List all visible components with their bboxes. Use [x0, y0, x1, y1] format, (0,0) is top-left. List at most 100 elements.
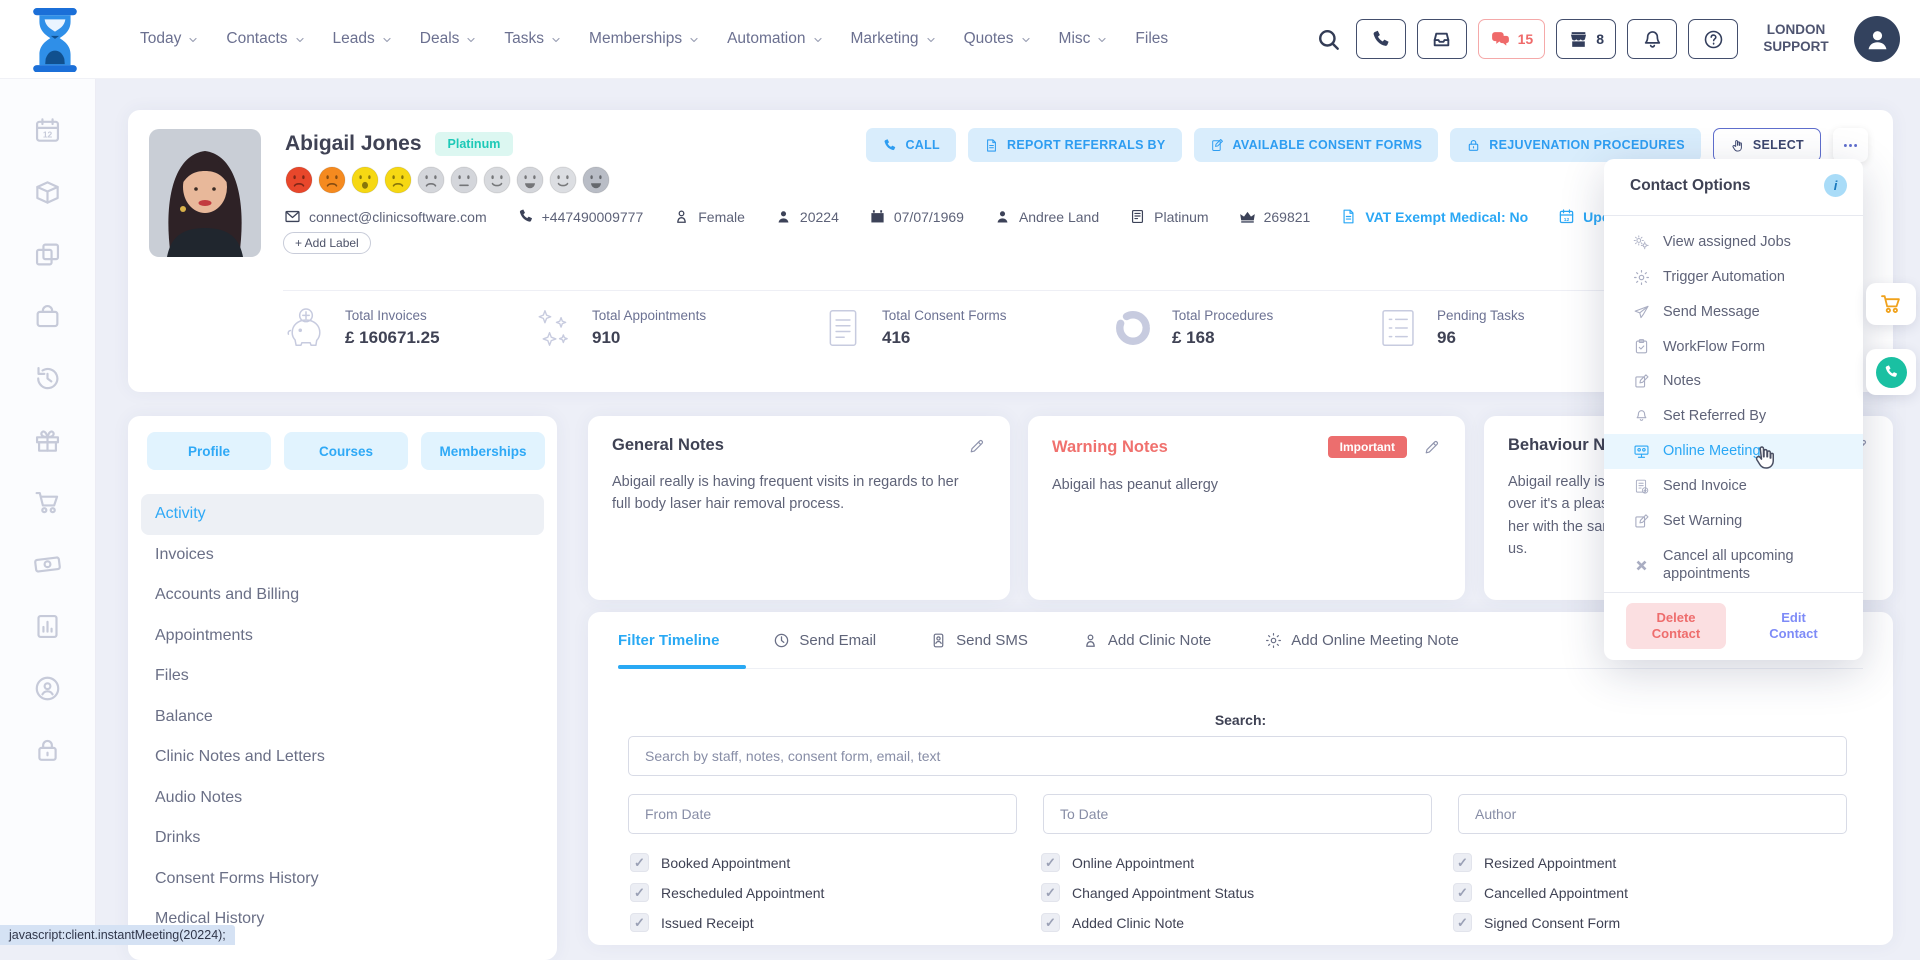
sidebar-item-accounts-and-billing[interactable]: Accounts and Billing [128, 575, 557, 616]
checkbox-issued-receipt[interactable]: ✓ Issued Receipt [630, 913, 1041, 932]
mood-face-icon-9[interactable] [549, 166, 577, 194]
checkbox-icon[interactable]: ✓ [1453, 883, 1472, 902]
nav-item-memberships[interactable]: Memberships [589, 30, 700, 48]
menu-item-send-invoice[interactable]: Send Invoice [1604, 469, 1863, 504]
quick-cart-button[interactable] [1866, 283, 1916, 325]
select-button[interactable]: SELECT [1713, 128, 1821, 162]
delete-contact-button[interactable]: DeleteContact [1626, 603, 1726, 648]
sidebar-history-icon[interactable] [33, 364, 62, 393]
report-referrals-by-button[interactable]: REPORT REFERRALS BY [968, 128, 1182, 162]
checkbox-icon[interactable]: ✓ [1453, 853, 1472, 872]
edit-pencil-icon[interactable] [968, 437, 986, 455]
nav-item-marketing[interactable]: Marketing [851, 30, 937, 48]
sidebar-item-activity[interactable]: Activity [141, 494, 544, 535]
nav-item-contacts[interactable]: Contacts [226, 30, 305, 48]
menu-item-send-message[interactable]: Send Message [1604, 295, 1863, 330]
tab-send-sms[interactable]: Send SMS [930, 632, 1028, 649]
checkbox-signed-consent-form[interactable]: ✓ Signed Consent Form [1453, 913, 1628, 932]
from-date-input[interactable] [628, 794, 1017, 834]
checkbox-cancelled-appointment[interactable]: ✓ Cancelled Appointment [1453, 883, 1628, 902]
menu-item-cancel-all-upcoming-appointments[interactable]: Cancel all upcoming appointments [1604, 539, 1863, 593]
mood-face-icon-1[interactable] [285, 166, 313, 194]
sidebar-item-files[interactable]: Files [128, 656, 557, 697]
inbox-button[interactable] [1417, 19, 1467, 59]
sidebar-item-audio-notes[interactable]: Audio Notes [128, 778, 557, 819]
search-input[interactable] [628, 736, 1847, 776]
chat-button[interactable]: 15 [1478, 19, 1546, 59]
nav-item-files[interactable]: Files [1135, 30, 1168, 48]
nav-item-tasks[interactable]: Tasks [504, 30, 562, 48]
sidebar-client-icon[interactable] [33, 674, 62, 703]
search-icon[interactable] [1313, 23, 1345, 55]
app-logo-hourglass-icon[interactable] [28, 8, 82, 70]
tab-filter-timeline[interactable]: Filter Timeline [618, 632, 719, 649]
help-button[interactable] [1688, 19, 1738, 59]
tab-add-clinic-note[interactable]: Add Clinic Note [1082, 632, 1211, 649]
menu-item-set-warning[interactable]: Set Warning [1604, 504, 1863, 539]
tab-courses[interactable]: Courses [284, 432, 408, 470]
contact-detail-vat-exempt-medical-no[interactable]: VAT Exempt Medical: No [1340, 208, 1528, 225]
sidebar-bag-icon[interactable] [33, 302, 62, 331]
checkbox-online-appointment[interactable]: ✓ Online Appointment [1041, 853, 1453, 872]
checkbox-icon[interactable]: ✓ [1041, 913, 1060, 932]
shop-button[interactable]: 8 [1556, 19, 1616, 59]
nav-item-misc[interactable]: Misc [1059, 30, 1109, 48]
mood-face-icon-7[interactable] [483, 166, 511, 194]
add-label-button[interactable]: + Add Label [283, 232, 371, 254]
checkbox-icon[interactable]: ✓ [1041, 853, 1060, 872]
sidebar-item-balance[interactable]: Balance [128, 697, 557, 738]
edit-pencil-icon[interactable] [1423, 438, 1441, 456]
checkbox-icon[interactable]: ✓ [1453, 913, 1472, 932]
sidebar-report-icon[interactable] [33, 612, 62, 641]
nav-item-quotes[interactable]: Quotes [964, 30, 1032, 48]
quick-call-button[interactable] [1866, 349, 1916, 395]
mood-face-icon-8[interactable] [516, 166, 544, 194]
available-consent-forms-button[interactable]: AVAILABLE CONSENT FORMS [1194, 128, 1439, 162]
checkbox-added-clinic-note[interactable]: ✓ Added Clinic Note [1041, 913, 1453, 932]
checkbox-icon[interactable]: ✓ [1041, 883, 1060, 902]
checkbox-rescheduled-appointment[interactable]: ✓ Rescheduled Appointment [630, 883, 1041, 902]
phone-button[interactable] [1356, 19, 1406, 59]
tab-memberships[interactable]: Memberships [421, 432, 545, 470]
checkbox-icon[interactable]: ✓ [630, 913, 649, 932]
menu-item-workflow-form[interactable]: WorkFlow Form [1604, 330, 1863, 365]
tab-send-email[interactable]: Send Email [773, 632, 876, 649]
tab-profile[interactable]: Profile [147, 432, 271, 470]
menu-item-online-meeting[interactable]: Online Meeting [1604, 434, 1863, 469]
checkbox-icon[interactable]: ✓ [630, 853, 649, 872]
sidebar-lock-icon[interactable] [33, 736, 62, 765]
sidebar-copy-icon[interactable] [33, 240, 62, 269]
menu-item-trigger-automation[interactable]: Trigger Automation [1604, 260, 1863, 295]
mood-face-icon-3[interactable] [351, 166, 379, 194]
info-icon[interactable]: i [1824, 174, 1847, 197]
menu-item-set-referred-by[interactable]: Set Referred By [1604, 399, 1863, 434]
tab-add-online-meeting-note[interactable]: Add Online Meeting Note [1265, 632, 1459, 649]
call-button[interactable]: CALL [866, 128, 956, 162]
mood-face-icon-6[interactable] [450, 166, 478, 194]
sidebar-package-icon[interactable] [33, 178, 62, 207]
mood-face-icon-5[interactable] [417, 166, 445, 194]
checkbox-changed-appointment-status[interactable]: ✓ Changed Appointment Status [1041, 883, 1453, 902]
notifications-button[interactable] [1627, 19, 1677, 59]
mood-face-icon-10[interactable] [582, 166, 610, 194]
sidebar-cart-icon[interactable] [33, 488, 62, 517]
sidebar-item-drinks[interactable]: Drinks [128, 818, 557, 859]
menu-item-notes[interactable]: Notes [1604, 364, 1863, 399]
sidebar-item-appointments[interactable]: Appointments [128, 616, 557, 657]
rejuvenation-procedures-button[interactable]: REJUVENATION PROCEDURES [1450, 128, 1701, 162]
checkbox-icon[interactable]: ✓ [630, 883, 649, 902]
sidebar-price-tag-icon[interactable] [33, 550, 62, 579]
more-options-button[interactable] [1833, 128, 1868, 162]
avatar[interactable] [1854, 16, 1900, 62]
to-date-input[interactable] [1043, 794, 1432, 834]
sidebar-item-clinic-notes-and-letters[interactable]: Clinic Notes and Letters [128, 737, 557, 778]
checkbox-resized-appointment[interactable]: ✓ Resized Appointment [1453, 853, 1628, 872]
checkbox-booked-appointment[interactable]: ✓ Booked Appointment [630, 853, 1041, 872]
nav-item-today[interactable]: Today [140, 30, 199, 48]
menu-item-view-assigned-jobs[interactable]: View assigned Jobs [1604, 225, 1863, 260]
mood-face-icon-2[interactable] [318, 166, 346, 194]
nav-item-automation[interactable]: Automation [727, 30, 823, 48]
sidebar-gift-icon[interactable] [33, 426, 62, 455]
nav-item-deals[interactable]: Deals [420, 30, 478, 48]
sidebar-item-consent-forms-history[interactable]: Consent Forms History [128, 859, 557, 900]
